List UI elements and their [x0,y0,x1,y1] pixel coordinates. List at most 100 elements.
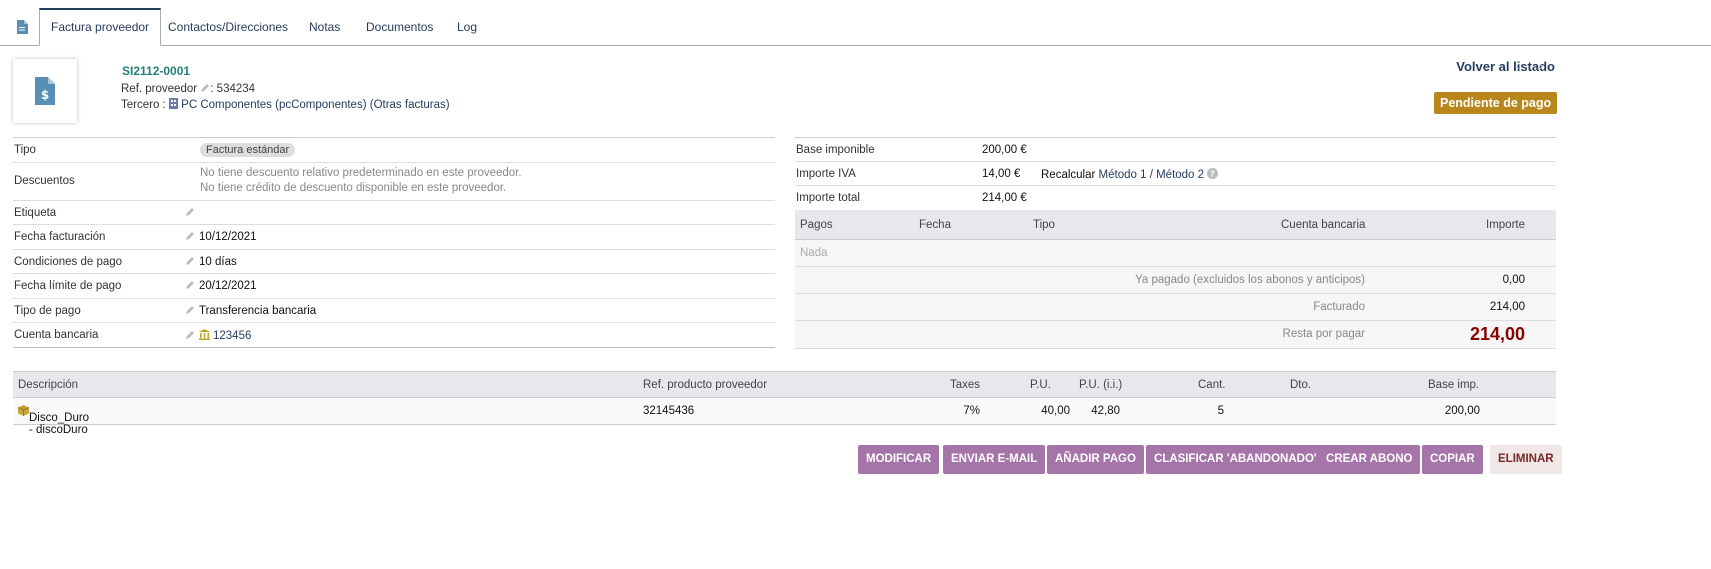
box-icon [17,405,30,416]
invoice-logo: $ [13,59,77,123]
tipo-pago-label: Tipo de pago [14,304,81,317]
base-value: 200,00 € [982,144,1027,156]
bank-icon [199,329,210,340]
billed-label: Facturado [1313,301,1365,313]
line-qty: 5 [1217,405,1224,417]
descuentos-label: Descuentos [14,174,75,187]
etiqueta-label: Etiqueta [14,206,57,219]
line-pu-ii: 42,80 [1091,405,1120,417]
total-label: Importe total [796,192,860,204]
field-row-fecha-limite: Fecha límite de pago 20/12/2021 [13,274,775,299]
tipo-label: Tipo [14,144,36,156]
tab-log[interactable]: Log [446,8,488,46]
method1-link[interactable]: Método 1 [1099,169,1147,181]
table-row: Disco_Duro - discoDuro 32145436 7% 40,00… [13,398,1556,436]
lines-col-qty: Cant. [1198,379,1226,391]
invoice-ref: SI2112-0001 [122,64,191,78]
paid-value: 0,00 [1502,274,1525,286]
lines-col-ref: Ref. producto proveedor [643,379,768,391]
payments-col-tipo: Tipo [1033,219,1055,231]
recalc-label: Recalcular [1041,169,1096,181]
lines-col-desc: Descripción [18,379,79,391]
ref-supplier-value: : 534234 [210,83,256,95]
recalc-group: Recalcular Método 1 / Método 2 ? [1041,168,1219,181]
tipo-pago-value: Transferencia bancaria [199,304,317,317]
other-invoices-link[interactable]: (Otras facturas) [370,99,450,111]
totals-row-base: Base imponible 200,00 € [795,138,1556,162]
tab-bar: Factura proveedor Contactos/Direcciones … [0,8,1711,46]
line-ref: 32145436 [643,405,695,417]
payments-empty-row: Nada [795,240,1556,267]
field-row-condiciones: Condiciones de pago 10 días [13,250,775,274]
payments-table: Pagos Fecha Tipo Cuenta bancaria Importe… [795,210,1556,349]
field-row-tipo-pago: Tipo de pago Transferencia bancaria [13,299,775,323]
lines-col-taxes: Taxes [950,379,981,391]
send-email-button[interactable]: ENVIAR E-MAIL [943,445,1046,474]
descuentos-line1: No tiene descuento relativo predetermina… [200,166,522,179]
totals-row-iva: Importe IVA 14,00 € Recalcular Método 1 … [795,162,1556,186]
pencil-icon[interactable] [185,256,195,266]
totals-row-total: Importe total 214,00 € [795,186,1556,210]
payments-col-importe: Importe [1486,219,1525,231]
fecha-limite-label: Fecha límite de pago [14,280,122,292]
pencil-icon[interactable] [200,83,210,93]
paid-label: Ya pagado (excluidos los abonos y antici… [1135,274,1365,286]
copy-button[interactable]: COPIAR [1422,445,1483,474]
base-label: Base imponible [796,144,875,156]
tab-documentos[interactable]: Documentos [355,8,444,46]
payments-billed-row: Facturado 214,00 [795,294,1556,321]
product-link[interactable]: Disco_Duro - discoDuro [29,412,89,436]
payments-col-pagos: Pagos [800,219,833,231]
fecha-facturacion-value: 10/12/2021 [199,231,257,243]
method2-link[interactable]: Método 2 [1156,169,1204,181]
delete-button[interactable]: ELIMINAR [1490,445,1562,474]
payments-remain-row: Resta por pagar 214,00 [795,321,1556,349]
lines-col-pu-ii: P.U. (i.i.) [1079,379,1123,391]
pencil-icon[interactable] [185,330,195,340]
pencil-icon[interactable] [185,280,195,290]
previous-icon[interactable]: ‹ [1515,58,1519,73]
building-icon [168,98,178,109]
field-row-fecha-facturacion: Fecha facturación 10/12/2021 [13,225,775,250]
svg-text:?: ? [1210,170,1215,179]
field-row-descuentos: Descuentos No tiene descuento relativo p… [13,163,775,201]
field-row-cuenta: Cuenta bancaria 123456 [13,323,775,348]
total-value: 214,00 € [982,192,1027,204]
tab-notas[interactable]: Notas [298,8,351,46]
invoice-fields-table: Tipo Factura estándar Descuentos No tien… [13,137,775,348]
ref-supplier-label: Ref. proveedor [121,83,198,95]
invoice-icon[interactable] [16,20,28,34]
tab-factura-proveedor[interactable]: Factura proveedor [39,8,162,46]
create-credit-button[interactable]: CREAR ABONO [1318,445,1421,474]
lines-col-dto: Dto. [1290,379,1312,391]
add-payment-button[interactable]: AÑADIR PAGO [1047,445,1144,474]
invoice-lines-table: Descripción Ref. producto proveedor Taxe… [13,371,1556,436]
tab-contactos[interactable]: Contactos/Direcciones [157,8,299,46]
lines-col-base: Base imp. [1428,379,1480,391]
help-icon[interactable]: ? [1207,168,1219,179]
payments-col-cuenta: Cuenta bancaria [1281,219,1366,231]
thirdparty-link[interactable]: PC Componentes (pcComponentes) [181,99,366,111]
fecha-limite-value: 20/12/2021 [199,280,257,292]
totals-table: Base imponible 200,00 € Importe IVA 14,0… [795,137,1556,210]
iva-value: 14,00 € [982,168,1021,180]
line-pu: 40,00 [1041,405,1070,417]
next-icon[interactable]: › [1539,58,1543,73]
status-badge: Pendiente de pago [1434,92,1558,114]
payments-col-fecha: Fecha [919,219,951,231]
modify-button[interactable]: MODIFICAR [858,445,940,474]
invoice-dollar-icon: $ [35,77,55,105]
thirdparty-label: Tercero : [121,99,166,111]
tipo-value: Factura estándar [200,143,296,157]
pencil-icon[interactable] [185,231,195,241]
lines-header: Descripción Ref. producto proveedor Taxe… [13,371,1556,398]
pencil-icon[interactable] [185,305,195,315]
line-base: 200,00 [1444,405,1480,417]
classify-abandoned-button[interactable]: CLASIFICAR 'ABANDONADO' [1146,445,1325,474]
bank-account-link[interactable]: 123456 [213,330,251,342]
remain-label: Resta por pagar [1282,328,1365,340]
fecha-facturacion-label: Fecha facturación [14,231,106,243]
pencil-icon[interactable] [185,207,195,217]
line-taxes: 7% [963,405,980,417]
descuentos-line2: No tiene crédito de descuento disponible… [200,181,507,194]
